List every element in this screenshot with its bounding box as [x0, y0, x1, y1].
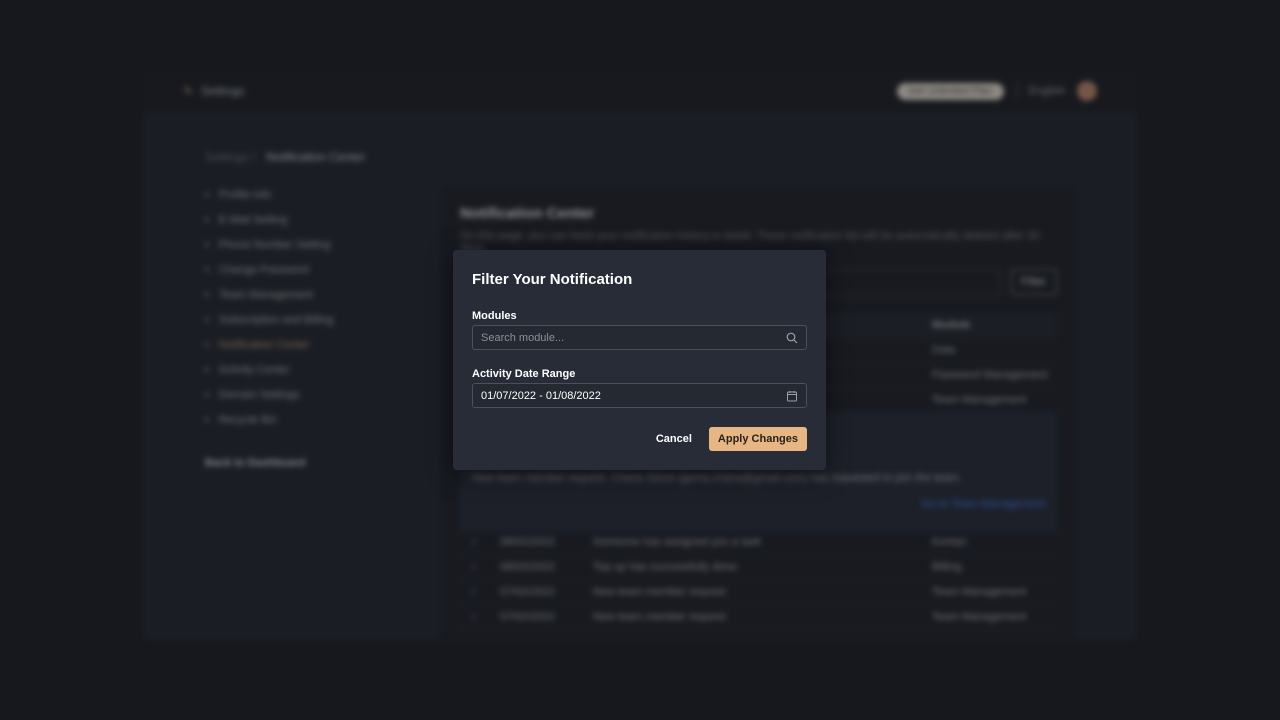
sidebar-item[interactable]: ▪ Subscription and Billing — [205, 307, 333, 332]
sidebar-icon: ▪ — [205, 338, 209, 351]
modal-title: Filter Your Notification — [472, 271, 633, 288]
sidebar-item-label: Recycle Bin — [218, 413, 277, 426]
date-cell: 08/02/2022 — [500, 561, 556, 573]
module-header: Module — [932, 319, 971, 331]
cancel-button[interactable]: Cancel — [656, 433, 692, 445]
date-cell: 08/02/2022 — [500, 536, 556, 548]
search-input[interactable] — [820, 269, 1000, 297]
sidebar-item-label: Subscription and Billing — [218, 313, 334, 326]
sidebar-icon: ▪ — [205, 288, 209, 301]
logo-icon: ✎ — [183, 84, 194, 98]
expand-chevron-icon[interactable]: › — [472, 586, 476, 598]
sidebar-item[interactable]: ▪ Activity Center — [205, 357, 333, 382]
divider — [1015, 82, 1017, 100]
date-range-input[interactable] — [481, 389, 786, 402]
sidebar-icon: ▪ — [205, 213, 209, 226]
module-cell: Data — [932, 344, 956, 356]
back-to-dashboard-link[interactable]: Back to Dashboard — [205, 457, 305, 469]
filter-button[interactable]: Filter — [1010, 269, 1057, 295]
search-icon — [786, 332, 798, 343]
sidebar-icon: ▪ — [205, 363, 209, 376]
calendar-icon[interactable] — [786, 390, 798, 402]
table-row[interactable]: › 08/02/2022 Top up has successfully done B… — [460, 555, 1057, 580]
sidebar-item[interactable]: ▪ Notification Center — [205, 332, 333, 357]
module-cell: Team Management — [932, 586, 1027, 598]
sidebar-item[interactable]: ▪ Domain Settings — [205, 382, 333, 407]
table-row[interactable]: › 08/02/2022 Someone has assigned you a ta… — [460, 530, 1057, 555]
sidebar: ▪ Profile Info ▪ E-Mail Setting ▪ Phone Numbe… — [205, 182, 333, 432]
app-logo: ✎ Settings — [183, 84, 244, 98]
sidebar-item-label: Domain Settings — [218, 388, 300, 401]
sidebar-item-label: Notification Center — [218, 338, 310, 351]
avatar[interactable] — [1077, 81, 1097, 101]
module-cell: Billing — [932, 561, 962, 573]
sidebar-item-label: Profile Info — [218, 188, 272, 201]
module-cell: Team Management — [932, 611, 1027, 623]
date-range-field[interactable] — [472, 383, 807, 408]
sidebar-icon: ▪ — [205, 263, 209, 276]
message-cell: New team member request — [593, 611, 726, 623]
table-row[interactable]: › 07/02/2022 New team member request Team M… — [460, 580, 1057, 605]
message-cell: Top up has successfully done — [593, 561, 737, 573]
sidebar-icon: ▪ — [205, 188, 209, 201]
module-cell: Password Management — [932, 369, 1048, 381]
sidebar-item-label: E-Mail Setting — [218, 213, 288, 226]
sidebar-item[interactable]: ▪ Change Password — [205, 257, 333, 282]
message-cell: Someone has assigned you a task — [593, 536, 762, 548]
breadcrumb-parent[interactable]: Settings — [205, 150, 248, 164]
sidebar-item[interactable]: ▪ Recycle Bin — [205, 407, 333, 432]
breadcrumb-current: Notification Center — [266, 150, 366, 164]
apply-changes-button[interactable]: Apply Changes — [708, 427, 807, 451]
sidebar-item-label: Phone Number Setting — [218, 238, 331, 251]
module-cell: Kontan — [932, 536, 967, 548]
top-bar: ✎ Settings Get Unlimited Plan English — [143, 70, 1137, 112]
date-range-label: Activity Date Range — [472, 368, 576, 380]
date-cell: 07/02/2022 — [500, 586, 556, 598]
language-select[interactable]: English — [1029, 85, 1065, 97]
modules-search-input[interactable] — [481, 331, 786, 344]
sidebar-item[interactable]: ▪ Team Management — [205, 282, 333, 307]
sidebar-item-label: Change Password — [218, 263, 309, 276]
table-row[interactable]: › 07/02/2022 New team member request Team M… — [460, 605, 1057, 630]
go-to-team-management-link[interactable]: Go to Team Management — [472, 498, 1045, 510]
expand-chevron-icon[interactable]: › — [472, 611, 476, 623]
breadcrumb: Settings / Notification Center — [205, 150, 366, 164]
sidebar-item[interactable]: ▪ E-Mail Setting — [205, 207, 333, 232]
sidebar-item[interactable]: ▪ Profile Info — [205, 182, 333, 207]
sidebar-item[interactable]: ▪ Phone Number Setting — [205, 232, 333, 257]
modules-search-field[interactable] — [472, 325, 807, 350]
sidebar-item-label: Activity Center — [218, 363, 290, 376]
expand-chevron-icon[interactable]: › — [472, 561, 476, 573]
app-title: Settings — [201, 84, 245, 98]
sidebar-icon: ▪ — [205, 388, 209, 401]
sidebar-icon: ▪ — [205, 238, 209, 251]
sidebar-icon: ▪ — [205, 313, 209, 326]
sidebar-icon: ▪ — [205, 413, 209, 426]
module-cell: Team Management — [932, 394, 1027, 406]
upgrade-button[interactable]: Get Unlimited Plan — [896, 82, 1004, 100]
page-title: Notification Center — [460, 205, 595, 222]
filter-modal: Filter Your Notification Modules Activit… — [453, 250, 826, 470]
expanded-message: New team member request. Chana Stone (ge… — [472, 472, 962, 484]
modules-label: Modules — [472, 310, 517, 322]
expand-chevron-icon[interactable]: › — [472, 536, 476, 548]
sidebar-item-label: Team Management — [218, 288, 314, 301]
message-cell: New team member request — [593, 586, 726, 598]
date-cell: 07/02/2022 — [500, 611, 556, 623]
